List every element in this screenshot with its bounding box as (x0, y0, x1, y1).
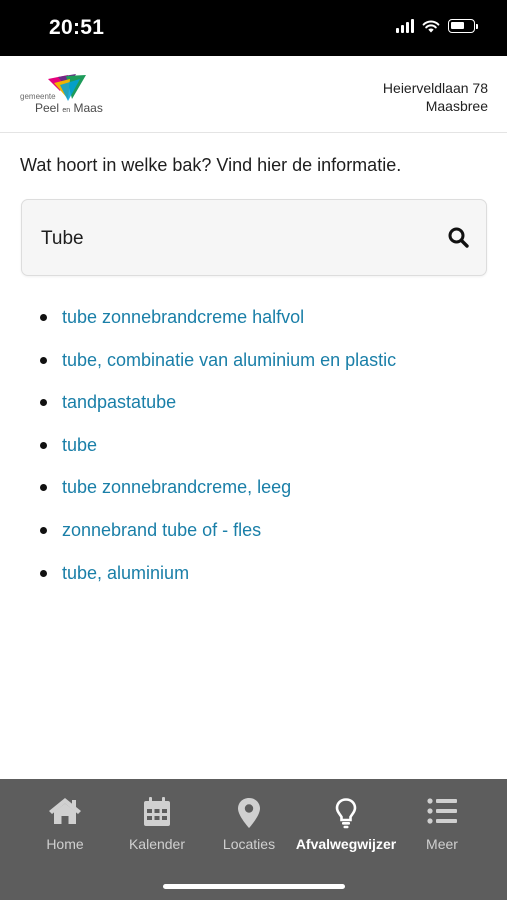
address-street: Heierveldlaan 78 (382, 80, 488, 96)
bullet (40, 399, 47, 407)
status-icons (396, 19, 478, 33)
bullet (40, 441, 47, 449)
result-link[interactable]: tube zonnebrandcreme, leeg (62, 477, 291, 498)
tab-bar: Home Kalender Locaties Afvalwegwijzer Me… (0, 779, 507, 900)
tab-label: Home (46, 836, 84, 852)
lightbulb-icon (335, 798, 357, 829)
result-link[interactable]: tube (62, 435, 97, 456)
bullet (40, 569, 47, 577)
map-pin-icon (238, 798, 260, 828)
tab-kalender[interactable]: Kalender (107, 779, 207, 869)
tab-locaties[interactable]: Locaties (199, 779, 299, 869)
address: Heierveldlaan 78 Maasbree (383, 79, 488, 115)
result-link[interactable]: tandpastatube (62, 392, 176, 413)
list-item: tandpastatube (0, 381, 507, 424)
home-indicator[interactable] (163, 884, 345, 889)
municipality-logo[interactable]: gemeente Peel en Maas (18, 74, 128, 118)
search-input[interactable]: Tube (21, 199, 487, 276)
search-value[interactable]: Tube (41, 228, 84, 250)
result-link[interactable]: tube, combinatie van aluminium en plasti… (62, 350, 396, 371)
logo-name: Peel en Maas (35, 101, 103, 115)
list-item: tube zonnebrandcreme, leeg (0, 466, 507, 509)
list-item: tube, combinatie van aluminium en plasti… (0, 339, 507, 382)
battery-icon (448, 19, 478, 33)
result-link[interactable]: zonnebrand tube of - fles (62, 520, 261, 541)
signal-icon (396, 19, 414, 33)
list-item: tube zonnebrandcreme halfvol (0, 296, 507, 339)
intro-text: Wat hoort in welke bak? Vind hier de inf… (20, 155, 402, 175)
tab-home[interactable]: Home (15, 779, 115, 869)
list-item: zonnebrand tube of - fles (0, 509, 507, 552)
address-city: Maasbree (425, 98, 488, 114)
bullet (40, 356, 47, 364)
calendar-icon (144, 797, 170, 826)
bullet (40, 314, 47, 321)
results-list: tube zonnebrandcreme halfvol tube, combi… (0, 296, 507, 594)
list-item: tube, aluminium (0, 552, 507, 595)
status-time: 20:51 (49, 16, 105, 39)
tab-label: Afvalwegwijzer (295, 836, 397, 852)
bullet (40, 526, 47, 534)
wifi-icon (422, 20, 440, 33)
result-link[interactable]: tube, aluminium (62, 563, 189, 584)
bullet (40, 484, 47, 492)
search-icon[interactable] (446, 225, 472, 251)
tab-label: Meer (426, 836, 458, 852)
status-bar: 20:51 (0, 0, 507, 56)
result-link[interactable]: tube zonnebrandcreme halfvol (62, 307, 304, 328)
logo-small-text: gemeente (20, 92, 56, 101)
list-icon (427, 798, 457, 824)
tab-meer[interactable]: Meer (392, 779, 492, 869)
tab-label: Locaties (222, 836, 276, 852)
tab-label: Kalender (128, 836, 186, 852)
list-item: tube (0, 424, 507, 467)
tab-afvalwegwijzer[interactable]: Afvalwegwijzer (291, 779, 401, 869)
app-header: gemeente Peel en Maas Heierveldlaan 78 M… (0, 56, 507, 133)
home-icon (49, 798, 81, 824)
